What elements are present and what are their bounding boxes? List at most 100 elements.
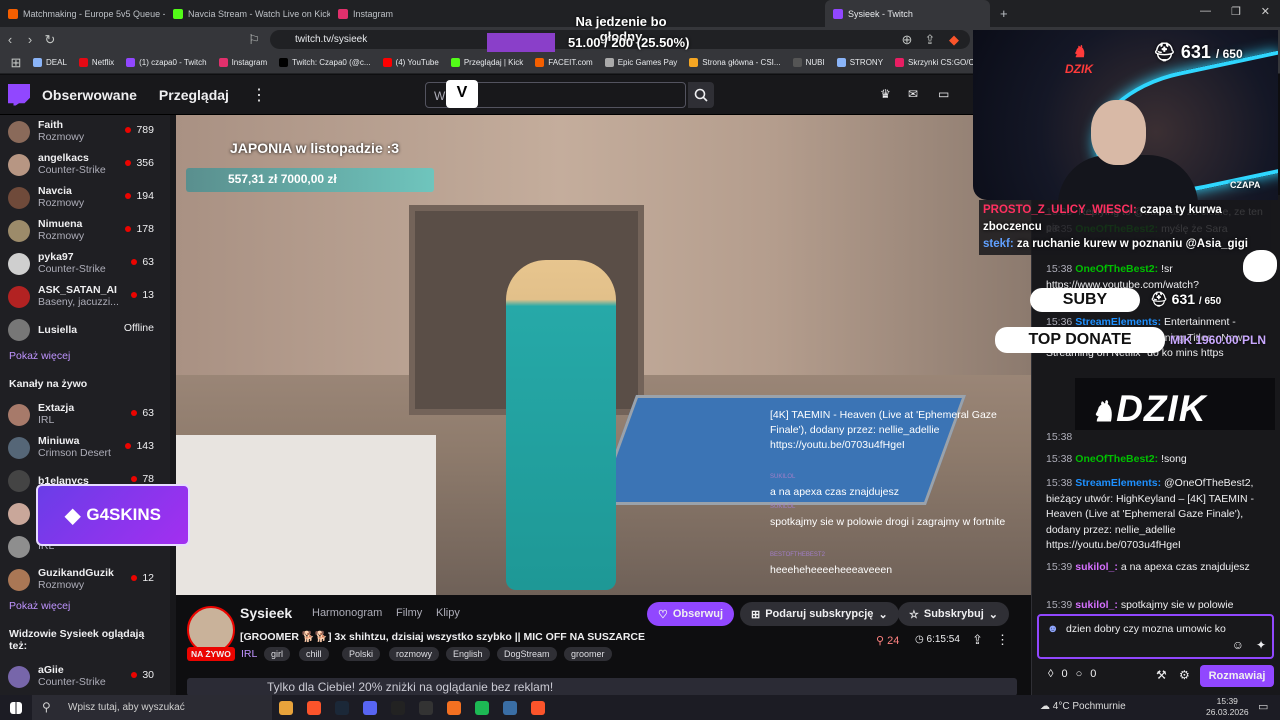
bookmark-item[interactable]: NUBI [788,58,830,67]
sidebar-channel[interactable]: Miniuwa Crimson Desert 143 [0,431,170,464]
bookmark-item[interactable]: Instagram [214,58,273,67]
prime-crown-icon[interactable]: ♛ [880,87,891,101]
share-icon[interactable]: ⇪ [920,30,940,50]
channel-points[interactable]: ◊ 0 ○ 0 [1048,668,1096,680]
minimize-icon[interactable]: — [1200,5,1211,18]
chat-username[interactable]: sukilol_: [1075,561,1118,573]
taskbar-search[interactable]: ⚲ Wpisz tutaj, aby wyszukać [32,695,272,720]
sidebar-channel[interactable]: angelkacs Counter-Strike 356 [0,148,170,181]
apps-grid-icon[interactable]: ⊞ [6,53,26,73]
show-more-followed[interactable]: Pokaż więcej [0,346,170,366]
back-icon[interactable]: ‹ [0,30,20,50]
whispers-icon[interactable]: ▭ [938,87,949,101]
taskbar-app-icon[interactable] [412,695,440,720]
extension-logo-icon[interactable]: V [446,80,478,108]
browser-tab[interactable]: Matchmaking - Europe 5v5 Queue - [0,0,165,27]
follow-button[interactable]: ♡ Obserwuj [647,602,734,626]
maximize-icon[interactable]: ❐ [1231,5,1241,18]
chat-username[interactable]: sukilol_: [1075,599,1118,611]
taskbar-app-icon[interactable] [440,695,468,720]
bookmark-item[interactable]: Przeglądaj | Kick [446,58,528,67]
sidebar-channel[interactable]: pyka97 Counter-Strike 63 [0,247,170,280]
browser-tab[interactable]: Instagram [330,0,495,27]
bookmark-item[interactable]: Netflix [74,58,119,67]
sidebar-channel[interactable]: Faith Rozmowy 789 [0,115,170,148]
sidebar-channel[interactable]: ASK_SATAN_AI Baseny, jacuzzi... 13 [0,280,170,313]
taskbar-app-icon[interactable] [356,695,384,720]
bits-icon[interactable]: ✦ [1256,638,1266,653]
taskbar-app-icon[interactable] [272,695,300,720]
windows-start-icon[interactable] [0,695,32,720]
boar-icon: ♞ [1071,44,1087,61]
sidebar-channel[interactable]: GuzikandGuzik Rozmowy 12 [0,563,170,596]
clock[interactable]: 15:39 26.03.2026 [1206,696,1249,718]
search-button[interactable] [688,82,714,108]
browser-tab[interactable]: Navcia Stream - Watch Live on Kick [165,0,330,27]
channel-text: pyka97 Counter-Strike [38,251,106,276]
tab-videos[interactable]: Filmy [396,607,422,619]
tab-clips[interactable]: Klipy [436,607,460,619]
share-stream-icon[interactable]: ⇪ [972,632,983,648]
gear-icon[interactable]: ⚙ [1179,668,1190,682]
chat-input[interactable]: ☻ dzien dobry czy mozna umowic ko ☺ ✦ [1037,614,1274,659]
show-more-live[interactable]: Pokaż więcej [0,596,170,616]
taskbar-app-icon[interactable] [496,695,524,720]
sidebar-channel[interactable]: Navcia Rozmowy 194 [0,181,170,214]
bookmark-item[interactable]: Epic Games Pay [600,58,683,67]
stream-tag[interactable]: Polski [342,647,381,661]
chat-username[interactable]: OneOfTheBest2: [1075,453,1158,465]
inbox-icon[interactable]: ✉ [908,87,918,101]
nav-following[interactable]: Obserwowane [42,87,137,103]
bookmark-item[interactable]: (4) YouTube [378,58,444,67]
stream-tag[interactable]: English [446,647,490,661]
emote-picker-icon[interactable]: ☺ [1232,638,1244,653]
stream-tag[interactable]: rozmowy [389,647,440,661]
sidebar-channel[interactable]: Extazja IRL 63 [0,398,170,431]
tab-schedule[interactable]: Harmonogram [312,607,382,619]
chat-username[interactable]: StreamElements: [1075,477,1161,489]
bookmark-item[interactable]: Strona główna - CSI... [684,58,785,67]
weather[interactable]: ☁ 4°C Pochmurnie [1040,701,1126,712]
chat-username[interactable]: OneOfTheBest2: [1075,263,1158,275]
stream-category[interactable]: IRL [241,648,257,660]
reload-icon[interactable]: ↻ [40,30,60,50]
bookmark-icon[interactable]: ⚐ [244,30,264,50]
subscribe-button[interactable]: ☆ Subskrybuj ⌄ [898,602,1009,626]
more-menu-icon[interactable]: ⋮ [251,85,267,105]
sidebar-channel[interactable]: aGiie Counter-Strike 30 [0,660,170,693]
taskbar-app-icon[interactable] [468,695,496,720]
bookmark-item[interactable]: STRONY [832,58,888,67]
new-tab-icon[interactable]: + [1000,6,1008,21]
clock-icon: ◷ [915,634,927,645]
notifications-icon[interactable]: ▭ [1258,700,1268,713]
tab-favicon-icon [338,8,348,19]
stream-tag[interactable]: groomer [564,647,612,661]
taskbar-app-icon[interactable] [524,695,552,720]
twitch-logo-icon[interactable] [8,83,30,106]
gift-sub-button[interactable]: ⊞ Podaruj subskrypcję ⌄ [740,602,899,626]
ad-banner[interactable]: Tylko dla Ciebie! 20% zniżki na oglądani… [187,678,1017,696]
zoom-icon[interactable]: ⊕ [897,30,917,50]
hammer-icon[interactable]: ⚒ [1156,668,1167,682]
bookmark-item[interactable]: FACEIT.com [530,58,597,67]
bookmark-item[interactable]: DEAL [28,58,72,67]
chat-input-value: dzien dobry czy mozna umowic ko [1066,623,1226,635]
nav-browse[interactable]: Przeglądaj [159,87,229,103]
bookmark-item[interactable]: Twitch: Czapa0 (@c... [274,58,375,67]
more-options-icon[interactable]: ⋮ [996,632,1009,648]
channel-name[interactable]: Sysieek [240,605,292,621]
brave-shield-icon[interactable]: ◆ [944,30,964,50]
stream-tag[interactable]: DogStream [497,647,557,661]
forward-icon[interactable]: › [20,30,40,50]
taskbar-app-icon[interactable] [300,695,328,720]
sidebar-channel[interactable]: Nimuena Rozmowy 178 [0,214,170,247]
browser-tab[interactable]: Sysieek - Twitch [825,0,990,27]
taskbar-app-icon[interactable] [328,695,356,720]
close-window-icon[interactable]: ✕ [1261,5,1270,18]
taskbar-app-icon[interactable] [384,695,412,720]
sidebar-channel[interactable]: Lusiella Offline [0,313,170,346]
bookmark-item[interactable]: (1) czapa0 - Twitch [121,58,211,67]
stream-tag[interactable]: chill [299,647,329,661]
stream-tag[interactable]: girl [264,647,291,661]
chat-send-button[interactable]: Rozmawiaj [1200,665,1274,687]
